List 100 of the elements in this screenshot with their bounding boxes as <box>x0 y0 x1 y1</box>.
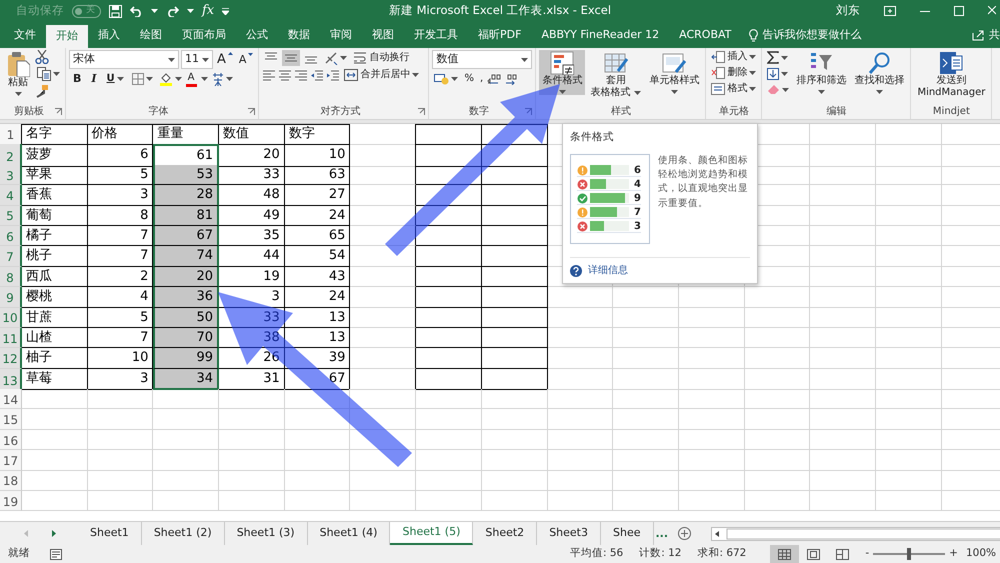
increase-decimal-icon[interactable] <box>487 72 502 85</box>
launcher-icon[interactable] <box>418 108 426 115</box>
save-icon[interactable] <box>109 4 122 18</box>
italic-button[interactable]: I <box>87 71 101 87</box>
launcher-icon[interactable] <box>248 108 256 115</box>
bold-button[interactable]: B <box>69 71 86 87</box>
share-icon[interactable] <box>972 29 985 41</box>
maximize-icon[interactable] <box>954 6 964 16</box>
row-header[interactable]: 1 <box>0 124 22 144</box>
ribbon-tab[interactable]: ABBYY FineReader 12 <box>531 22 670 48</box>
copy-button[interactable] <box>35 66 62 82</box>
row-header[interactable]: 14 <box>0 389 22 410</box>
increase-indent-icon[interactable] <box>326 69 340 81</box>
conditional-format-button[interactable]: 条件格式 <box>539 50 586 95</box>
ribbon-tab[interactable]: ACROBAT <box>669 22 742 48</box>
sort-filter-button[interactable]: 排序和筛选 <box>793 50 850 95</box>
tell-me-search[interactable]: 告诉我你想要做什么 <box>762 26 862 44</box>
ribbon-tab[interactable]: 文件 <box>4 22 46 48</box>
font-name-field[interactable]: 宋体 <box>69 50 179 69</box>
row-header[interactable]: 9 <box>0 287 22 308</box>
align-right-icon[interactable] <box>294 69 308 81</box>
macro-record-icon[interactable] <box>50 548 62 560</box>
find-select-button[interactable]: 查找和选择 <box>851 50 908 95</box>
next-sheet-icon[interactable] <box>52 530 56 537</box>
row-header[interactable]: 19 <box>0 491 22 512</box>
format-button[interactable]: 格式 <box>709 82 758 96</box>
horizontal-scrollbar[interactable] <box>711 526 1000 540</box>
format-table-button[interactable]: 套用 表格格式 <box>587 50 644 100</box>
ribbon-display-icon[interactable] <box>884 6 896 16</box>
insert-button[interactable]: 插入 <box>709 50 758 64</box>
row-header[interactable]: 15 <box>0 409 22 430</box>
ribbon-tab[interactable]: 福昕PDF <box>468 22 532 48</box>
row-header[interactable]: 18 <box>0 470 22 492</box>
row-header[interactable]: 16 <box>0 430 22 450</box>
caret-icon[interactable] <box>187 9 194 13</box>
decrease-decimal-icon[interactable] <box>503 72 518 85</box>
row-header[interactable]: 3 <box>0 164 22 186</box>
sheet-tab[interactable]: Sheet1 (5) <box>390 522 474 545</box>
more-sheets-button[interactable]: ... <box>654 526 670 542</box>
font-size-field[interactable]: 11 <box>181 50 213 69</box>
caret-icon[interactable] <box>200 77 208 81</box>
align-center-icon[interactable] <box>278 69 292 81</box>
zoom-out-button[interactable]: - <box>865 546 870 562</box>
formula-button[interactable]: fx <box>202 1 214 21</box>
row-header[interactable]: 5 <box>0 206 22 226</box>
align-middle-button[interactable] <box>282 50 300 66</box>
send-to-mindmanager-button[interactable]: 发送到 MindManager <box>914 50 988 100</box>
row-header[interactable]: 7 <box>0 246 22 267</box>
ribbon-tab[interactable]: 审阅 <box>320 22 362 48</box>
align-left-icon[interactable] <box>262 69 276 81</box>
shrink-font-button[interactable]: A <box>236 52 256 68</box>
ribbon-tab[interactable]: 页面布局 <box>172 22 236 48</box>
view-button[interactable] <box>770 545 800 563</box>
number-format-field[interactable]: 数值 <box>432 50 532 69</box>
row-header[interactable]: 11 <box>0 328 22 348</box>
cell-styles-button[interactable]: 单元格样式 <box>646 50 702 95</box>
zoom-in-button[interactable]: + <box>949 546 958 562</box>
percent-button[interactable]: % <box>462 72 476 86</box>
close-icon[interactable] <box>988 6 996 16</box>
slider-thumb[interactable] <box>907 548 912 560</box>
paste-button[interactable]: 粘贴 <box>3 50 33 97</box>
ribbon-tab[interactable]: 视图 <box>362 22 404 48</box>
wrap-text-button[interactable]: 自动换行 <box>351 51 412 65</box>
help-link[interactable]: 详细信息 <box>588 263 628 278</box>
undo-icon[interactable] <box>130 6 143 16</box>
table-cell <box>482 287 548 308</box>
ribbon-tab[interactable]: 绘图 <box>130 22 172 48</box>
merge-center-button[interactable]: 合并后居中 <box>342 68 422 82</box>
row-header[interactable]: 10 <box>0 308 22 328</box>
accounting-button[interactable] <box>432 71 460 86</box>
row-header[interactable]: 8 <box>0 266 22 288</box>
ribbon-tab[interactable]: 开发工具 <box>404 22 468 48</box>
comma-button[interactable]: , <box>478 72 486 86</box>
grow-font-button[interactable]: A <box>215 50 235 68</box>
row-header[interactable]: 4 <box>0 185 22 206</box>
ribbon-tab[interactable]: 插入 <box>88 22 130 48</box>
ribbon-tab[interactable]: 数据 <box>278 22 320 48</box>
row-header[interactable]: 12 <box>0 348 22 369</box>
ribbon-tab[interactable]: 公式 <box>236 22 278 48</box>
delete-button[interactable]: 删除 <box>709 66 758 80</box>
underline-button[interactable]: U <box>102 72 128 86</box>
decrease-indent-icon[interactable] <box>310 69 324 81</box>
font-color-button[interactable]: A <box>186 72 197 86</box>
help-icon[interactable] <box>570 264 582 276</box>
caret-icon[interactable] <box>151 9 158 13</box>
row-header[interactable]: 2 <box>0 144 22 167</box>
row-header[interactable]: 13 <box>0 368 22 390</box>
borders-button[interactable] <box>130 72 155 86</box>
share-button[interactable]: 共 <box>989 26 1000 44</box>
scissors-icon[interactable] <box>35 50 49 64</box>
table-cell <box>350 144 416 167</box>
row-header[interactable]: 6 <box>0 226 22 246</box>
redo-icon[interactable] <box>166 6 179 16</box>
launcher-icon[interactable] <box>55 108 62 115</box>
lightbulb-icon[interactable] <box>749 28 758 42</box>
customize-icon[interactable] <box>222 8 230 14</box>
ribbon-tab[interactable]: 开始 <box>46 25 88 48</box>
row-header[interactable]: 17 <box>0 450 22 471</box>
format-painter-icon[interactable] <box>35 84 49 98</box>
add-sheet-icon[interactable] <box>678 527 692 540</box>
